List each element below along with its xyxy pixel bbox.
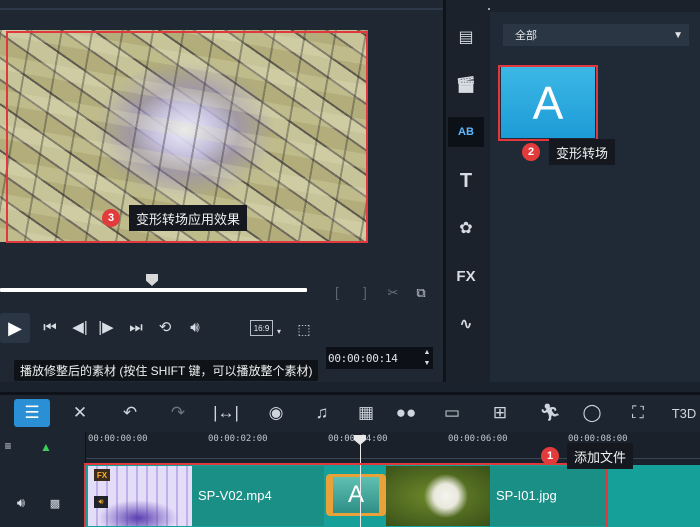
aspect-dropdown-icon[interactable]: ▾ — [274, 326, 284, 336]
storyboard-icon[interactable]: ▦ — [350, 397, 382, 429]
go-start-icon[interactable]: ⏮ — [40, 318, 60, 336]
category-select[interactable]: 全部 ▼ — [503, 24, 689, 46]
mask-icon[interactable]: ●● — [390, 397, 422, 429]
ruler-tick-label: 00:00:06:00 — [448, 434, 508, 444]
fit-timeline-icon[interactable]: |↔| — [210, 397, 242, 429]
ruler-tick-label: 00:00:00:00 — [88, 434, 148, 444]
stabilize-icon[interactable]: ⛶ — [622, 397, 654, 429]
go-end-icon[interactable]: ⏭ — [126, 318, 146, 336]
prev-frame-icon[interactable]: ◀| — [70, 318, 90, 336]
record-icon[interactable]: ◉ — [260, 397, 292, 429]
title-editor-icon[interactable]: ▭ — [436, 397, 468, 429]
undo-icon[interactable]: ↶ — [114, 397, 146, 429]
mark-in-icon[interactable]: [ — [330, 284, 344, 300]
step1-tooltip: 添加文件 — [567, 443, 634, 469]
next-frame-icon[interactable]: |▶ — [96, 318, 116, 336]
step3-tooltip: 变形转场应用效果 — [129, 205, 248, 231]
category-select-value: 全部 — [515, 30, 537, 42]
thumbnail-highlight-box — [498, 65, 598, 141]
path-tracking-icon[interactable]: ◯ — [576, 397, 608, 429]
chevron-down-icon: ▼ — [673, 29, 683, 41]
filter-icon[interactable]: FX — [448, 261, 484, 291]
split-clip-icon[interactable]: ✂ — [384, 284, 402, 302]
add-track-icon[interactable]: ▲ — [36, 440, 56, 454]
transition-icon[interactable]: AB — [448, 117, 484, 147]
tools-icon[interactable]: ✕ — [64, 397, 96, 429]
step2-badge: 2 — [522, 143, 540, 161]
scrubber-bar[interactable] — [0, 288, 307, 292]
split-screen-icon[interactable]: ⊞ — [484, 397, 516, 429]
motion-icon[interactable]: 🏃︎ — [534, 397, 566, 429]
3d-title-icon[interactable]: T3D — [668, 397, 700, 429]
track-grid-icon[interactable]: ▩ — [48, 496, 62, 510]
path-icon[interactable]: ∿ — [448, 309, 484, 339]
audio-mixer-icon[interactable]: ♫ — [306, 397, 338, 429]
aspect-ratio-button[interactable]: 16:9 — [250, 320, 273, 336]
track-highlight-box — [84, 463, 608, 527]
ruler-tick-label: 00:00:02:00 — [208, 434, 268, 444]
track-manager-icon[interactable]: ≡ — [0, 438, 16, 454]
step3-badge: 3 — [102, 209, 120, 227]
title-icon[interactable]: T — [448, 166, 484, 196]
media-icon[interactable]: ▤ — [448, 22, 484, 52]
timeline-view-icon[interactable]: ☰ — [14, 399, 50, 427]
instant-project-icon[interactable]: 🎬︎ — [448, 70, 484, 100]
mark-out-icon[interactable]: ] — [358, 284, 372, 300]
track-volume-icon[interactable]: 🔊︎ — [12, 494, 30, 512]
volume-icon[interactable]: 🔊︎ — [184, 318, 206, 336]
step1-badge: 1 — [541, 447, 559, 465]
preview-divider — [0, 8, 443, 10]
redo-icon[interactable]: ↷ — [162, 397, 194, 429]
fullscreen-icon[interactable]: ⧉ — [412, 284, 430, 302]
repeat-icon[interactable]: ⟲ — [154, 318, 176, 336]
play-icon[interactable]: ▶ — [0, 313, 30, 343]
video-editor-window: 3 变形转场应用效果 [ ] ✂ ⧉ ▶ ⏮ ◀| |▶ ⏭ ⟲ 🔊︎ 16:9… — [0, 0, 700, 527]
graphics-icon[interactable]: ✿ — [448, 213, 484, 243]
timecode-stepper[interactable]: ▲ ▼ — [421, 347, 433, 369]
crop-icon[interactable]: ⬚ — [294, 320, 314, 338]
timecode-display[interactable]: 00:00:00:14 — [326, 347, 433, 369]
step2-tooltip: 变形转场 — [549, 139, 616, 165]
play-hint-tooltip: 播放修整后的素材 (按住 SHIFT 键，可以播放整个素材) — [14, 360, 319, 381]
